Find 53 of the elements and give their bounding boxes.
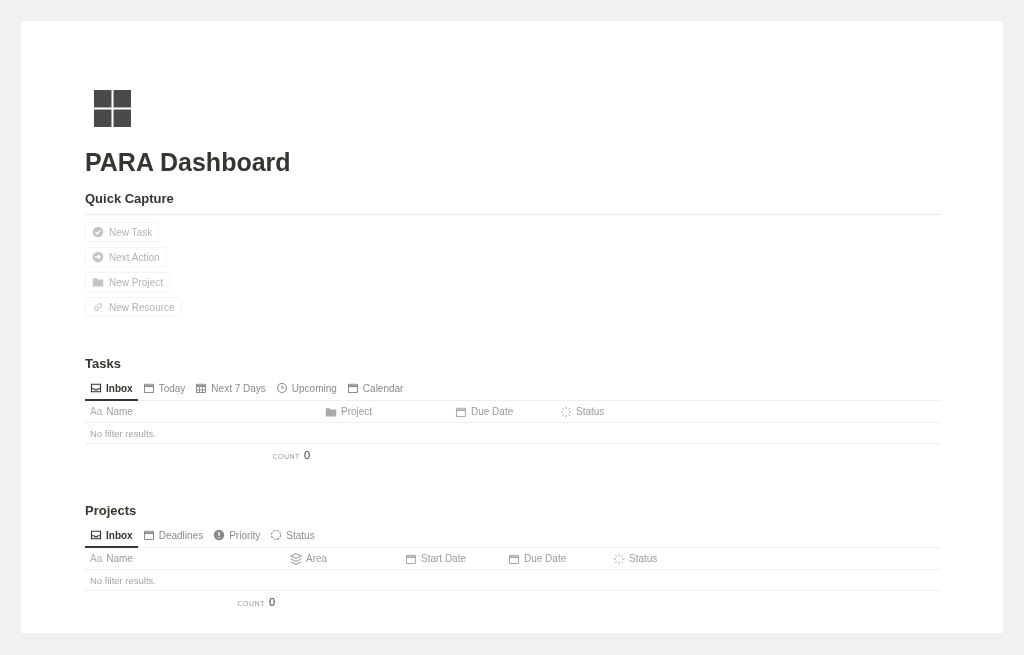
column-header[interactable]: Status — [608, 548, 941, 569]
check-circle-icon — [92, 226, 104, 238]
view-tab[interactable]: Inbox — [85, 525, 138, 548]
grid-icon — [94, 90, 131, 127]
inbox-tray-icon — [90, 529, 102, 541]
template-button[interactable]: New Resource — [85, 297, 182, 317]
view-tab[interactable]: Deadlines — [137, 525, 209, 548]
calendar-icon — [346, 382, 359, 394]
loading-icon — [560, 405, 572, 418]
empty-message: No filter results. — [90, 427, 156, 439]
column-header[interactable]: Aa Name — [85, 401, 320, 422]
column-header[interactable]: Project — [320, 401, 450, 422]
inbox-tray-icon — [90, 382, 102, 394]
template-button[interactable]: New Project — [85, 272, 170, 292]
view-tab[interactable]: Upcoming — [270, 378, 342, 401]
calendar-icon — [455, 405, 467, 418]
layers-icon — [290, 552, 302, 565]
link-icon — [92, 301, 104, 313]
arrow-circle-icon — [92, 251, 104, 263]
section-heading: Quick Capture — [85, 190, 175, 208]
column-header[interactable]: Aa Name — [85, 548, 285, 569]
folder-icon — [92, 276, 104, 288]
empty-message: No filter results. — [90, 574, 156, 586]
dashed-circle-icon — [270, 529, 283, 541]
loading-icon — [613, 552, 625, 565]
view-tab[interactable]: Inbox — [85, 378, 138, 401]
view-tab[interactable]: Calendar — [341, 378, 409, 401]
calendar-icon — [508, 552, 520, 565]
column-header[interactable]: Status — [555, 401, 941, 422]
section-heading: Tasks — [85, 355, 122, 373]
alert-circle-icon — [213, 529, 226, 541]
count-value: 0 — [303, 449, 310, 461]
view-tab[interactable]: Next 7 Days — [190, 378, 271, 401]
page-title: PARA Dashboard — [85, 147, 292, 178]
column-header[interactable]: Due Date — [503, 548, 608, 569]
column-header[interactable]: Area — [285, 548, 400, 569]
folder-icon — [325, 405, 337, 418]
count-value: 0 — [268, 596, 275, 608]
calendar-grid-icon — [195, 382, 208, 394]
section-heading: Projects — [85, 502, 138, 520]
calendar-icon — [142, 529, 155, 541]
column-header[interactable]: Due Date — [450, 401, 555, 422]
template-button[interactable]: New Task — [85, 222, 160, 242]
calendar-icon — [142, 382, 155, 394]
view-tab[interactable]: Priority — [208, 525, 266, 548]
view-tab[interactable]: Today — [137, 378, 191, 401]
text-type-icon: Aa — [90, 406, 103, 417]
template-button[interactable]: Next Action — [85, 247, 167, 267]
calendar-icon — [405, 552, 417, 565]
clock-icon — [275, 382, 288, 394]
column-header[interactable]: Start Date — [400, 548, 503, 569]
view-tab[interactable]: Status — [265, 525, 320, 548]
text-type-icon: Aa — [90, 553, 103, 564]
